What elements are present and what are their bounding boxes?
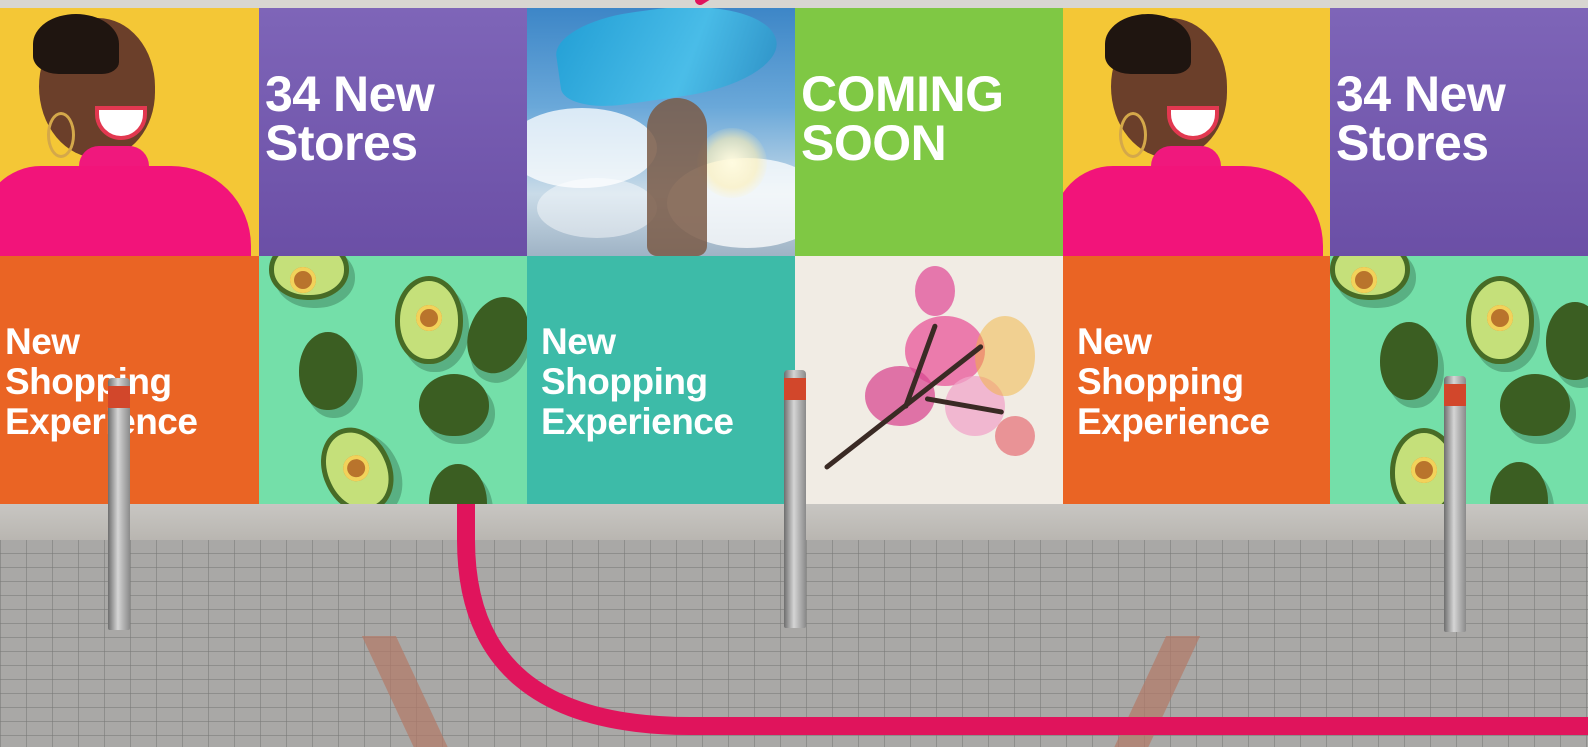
avocado-image: [1490, 462, 1548, 504]
street-bollard: [784, 370, 806, 628]
street-bollard: [1444, 376, 1466, 632]
avocado-half-image: [1466, 276, 1534, 364]
avocado-image: [419, 374, 489, 436]
laughing-woman-image: [0, 8, 259, 256]
avocado-image: [429, 464, 487, 504]
photo-panel-sky-scarf: [527, 8, 795, 256]
avocado-half-image: [269, 256, 349, 300]
avocado-image: [1546, 302, 1588, 380]
shopping-headline: New Shopping Experience: [5, 321, 198, 442]
avocado-half-image: [307, 415, 407, 504]
avocado-image: [299, 332, 357, 410]
text-panel-stores-2: 34 New Stores: [1330, 8, 1588, 256]
shopping-headline: New Shopping Experience: [1077, 321, 1270, 442]
street-bollard: [108, 378, 130, 630]
laughing-woman-image: [1063, 8, 1331, 256]
photo-panel-blossom: [795, 256, 1063, 504]
avocado-image: [1500, 374, 1570, 436]
avocado-half-image: [395, 276, 463, 364]
street-hoarding-scene: 34 New Stores COMING SOON 34 New Stores …: [0, 0, 1588, 747]
woman-silhouette-image: [647, 98, 707, 256]
blue-scarf-image: [551, 8, 783, 113]
photo-panel-avocados-1: [259, 256, 527, 504]
shopping-headline: New Shopping Experience: [541, 321, 734, 442]
text-panel-shopping-2: New Shopping Experience: [527, 256, 795, 504]
stores-headline: 34 New Stores: [1336, 66, 1506, 171]
text-panel-coming-soon: COMING SOON: [795, 8, 1063, 256]
stores-headline: 34 New Stores: [265, 66, 435, 171]
text-panel-stores-1: 34 New Stores: [259, 8, 527, 256]
avocado-image: [1380, 322, 1438, 400]
text-panel-shopping-3: New Shopping Experience: [1063, 256, 1331, 504]
photo-panel-laughing-woman-1: [0, 8, 259, 256]
coming-soon-headline: COMING SOON: [801, 66, 1004, 171]
avocado-image: [457, 288, 527, 382]
avocado-half-image: [1330, 256, 1410, 300]
photo-panel-laughing-woman-2: [1063, 8, 1331, 256]
